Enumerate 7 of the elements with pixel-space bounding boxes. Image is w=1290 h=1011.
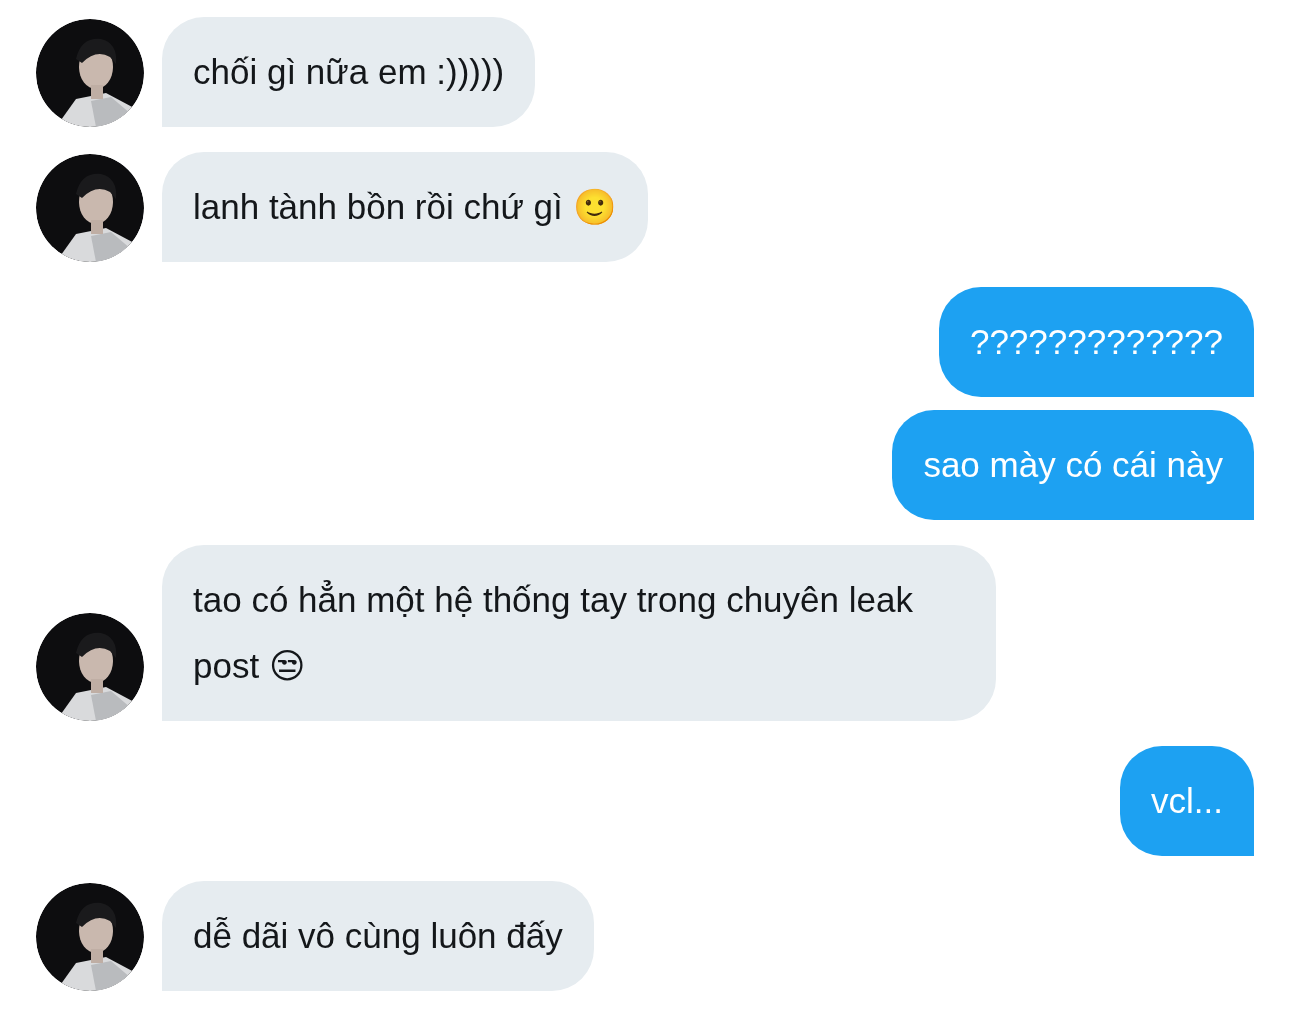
message-bubble: dễ dãi vô cùng luôn đấy <box>162 881 594 991</box>
message-bubble: ????????????? <box>938 287 1254 397</box>
message-bubble: chối gì nữa em :))))) <box>162 17 536 127</box>
message-bubble: lanh tành bồn rồi chứ gì 🙂 <box>162 152 648 262</box>
message-bubble: sao mày có cái này <box>892 410 1254 520</box>
message-bubble: tao có hẳn một hệ thống tay trong chuyên leak post 😒 <box>162 545 996 721</box>
message-bubble: vcl... <box>1120 746 1254 856</box>
